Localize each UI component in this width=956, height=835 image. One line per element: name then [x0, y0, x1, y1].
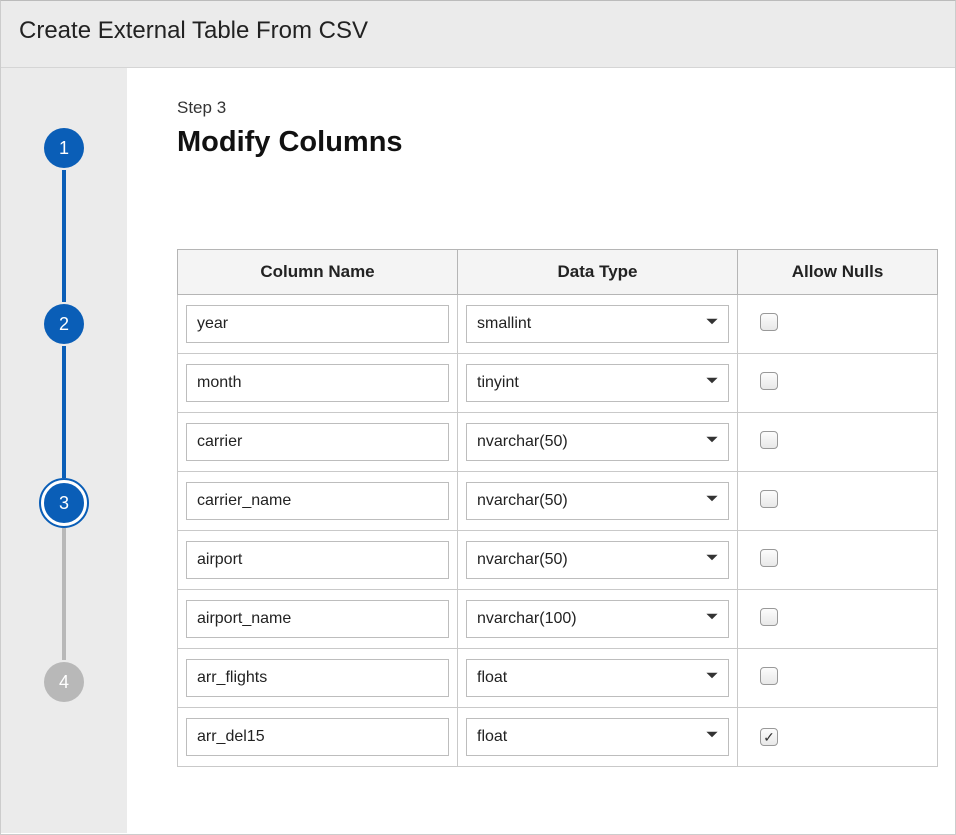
table-header-row: Column Name Data Type Allow Nulls — [178, 250, 938, 295]
header-data-type: Data Type — [458, 250, 738, 295]
wizard-window: Create External Table From CSV 1 2 3 4 Step… — [0, 0, 956, 835]
column-name-input[interactable] — [186, 482, 449, 520]
column-name-input[interactable] — [186, 305, 449, 343]
allow-nulls-checkbox[interactable] — [760, 313, 778, 331]
page-title: Modify Columns — [177, 126, 955, 159]
data-type-select[interactable] — [466, 305, 729, 343]
data-type-select[interactable] — [466, 423, 729, 461]
allow-nulls-checkbox[interactable] — [760, 608, 778, 626]
wizard-header: Create External Table From CSV — [1, 1, 955, 68]
step-connector — [62, 170, 66, 302]
allow-nulls-checkbox[interactable] — [760, 490, 778, 508]
step-circle-1[interactable]: 1 — [44, 128, 84, 168]
table-row — [178, 413, 938, 472]
data-type-select[interactable] — [466, 364, 729, 402]
allow-nulls-checkbox[interactable] — [760, 728, 778, 746]
wizard-body: 1 2 3 4 Step 3 Modify Columns Column Name D… — [1, 68, 955, 833]
step-circle-2[interactable]: 2 — [44, 304, 84, 344]
column-name-input[interactable] — [186, 600, 449, 638]
column-name-input[interactable] — [186, 659, 449, 697]
table-row — [178, 649, 938, 708]
allow-nulls-checkbox[interactable] — [760, 372, 778, 390]
table-row — [178, 295, 938, 354]
table-row — [178, 590, 938, 649]
column-name-input[interactable] — [186, 718, 449, 756]
data-type-select[interactable] — [466, 659, 729, 697]
table-row — [178, 531, 938, 590]
wizard-title: Create External Table From CSV — [19, 17, 937, 45]
data-type-select[interactable] — [466, 541, 729, 579]
allow-nulls-checkbox[interactable] — [760, 431, 778, 449]
column-name-input[interactable] — [186, 541, 449, 579]
step-circle-4[interactable]: 4 — [44, 662, 84, 702]
step-connector — [62, 346, 66, 478]
step-label: Step 3 — [177, 98, 955, 118]
main-content: Step 3 Modify Columns Column Name Data T… — [127, 68, 955, 833]
data-type-select[interactable] — [466, 482, 729, 520]
table-row — [178, 354, 938, 413]
data-type-select[interactable] — [466, 600, 729, 638]
stepper: 1 2 3 4 — [1, 68, 127, 833]
table-row — [178, 708, 938, 767]
header-column-name: Column Name — [178, 250, 458, 295]
table-row — [178, 472, 938, 531]
column-name-input[interactable] — [186, 364, 449, 402]
allow-nulls-checkbox[interactable] — [760, 667, 778, 685]
step-connector — [62, 528, 66, 660]
header-allow-nulls: Allow Nulls — [738, 250, 938, 295]
step-circle-3[interactable]: 3 — [41, 480, 87, 526]
data-type-select[interactable] — [466, 718, 729, 756]
columns-table: Column Name Data Type Allow Nulls — [177, 249, 938, 767]
allow-nulls-checkbox[interactable] — [760, 549, 778, 567]
column-name-input[interactable] — [186, 423, 449, 461]
